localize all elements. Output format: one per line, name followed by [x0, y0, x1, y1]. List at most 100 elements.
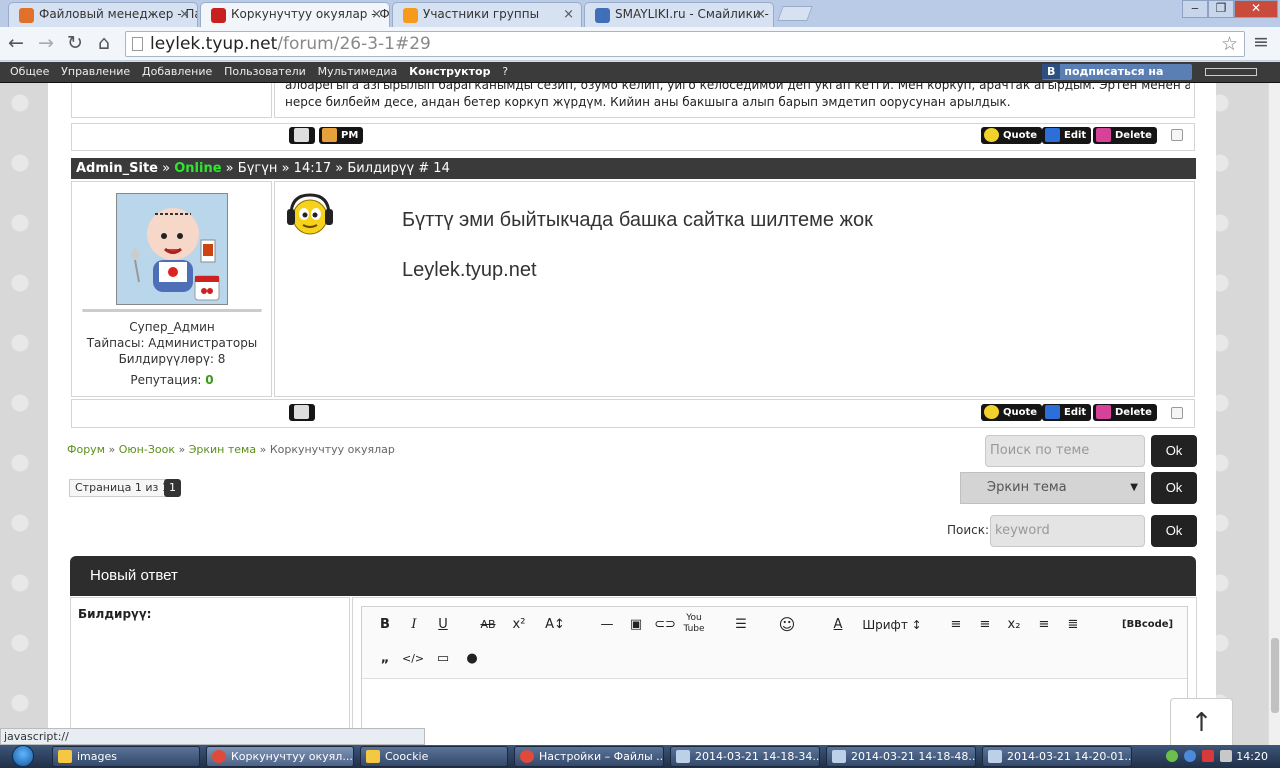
- minimize-button[interactable]: ‒: [1182, 0, 1208, 18]
- antivirus-icon[interactable]: [1202, 750, 1214, 762]
- ucoz-menu-users[interactable]: Пользователи: [220, 62, 310, 82]
- edit-button[interactable]: Edit: [1042, 404, 1092, 421]
- reputation-value[interactable]: 0: [205, 373, 213, 387]
- edit-button[interactable]: Edit: [1042, 127, 1092, 144]
- superscript-icon[interactable]: x²: [508, 615, 530, 635]
- taskbar-item[interactable]: Настройки – Файлы ...: [514, 746, 664, 767]
- italic-icon[interactable]: I: [403, 615, 425, 635]
- taskbar-item-label: 2014-03-21 14-18-34...: [695, 750, 820, 763]
- post-author[interactable]: Admin_Site: [76, 161, 158, 176]
- browser-tab-active[interactable]: Коркунучтуу окуялар - Фор ×: [200, 2, 390, 27]
- close-tab-icon[interactable]: ×: [563, 3, 574, 26]
- ucoz-menu-general[interactable]: Общее: [6, 62, 53, 82]
- browser-tab[interactable]: Участники группы ×: [392, 2, 582, 27]
- ucoz-menu-multimedia[interactable]: Мультимедиа: [314, 62, 402, 82]
- taskbar-item[interactable]: images: [52, 746, 200, 767]
- user-name[interactable]: Супер_Админ: [73, 319, 271, 335]
- breadcrumb-forum[interactable]: Форум: [67, 443, 105, 456]
- bookmark-star-icon[interactable]: ☆: [1221, 32, 1238, 56]
- quote-button[interactable]: Quote: [981, 404, 1043, 421]
- delete-button[interactable]: Delete: [1093, 404, 1157, 421]
- horizontal-rule-icon[interactable]: —: [596, 615, 618, 635]
- page-scrollbar[interactable]: [1268, 83, 1280, 745]
- quote-icon[interactable]: „: [374, 649, 396, 669]
- quote-button[interactable]: Quote: [981, 127, 1043, 144]
- align-right-icon[interactable]: ≡: [1033, 615, 1055, 635]
- taskbar-item[interactable]: 2014-03-21 14-20-01...: [982, 746, 1132, 767]
- underline-icon[interactable]: U: [432, 615, 454, 635]
- back-icon[interactable]: ←: [4, 32, 28, 56]
- select-post-checkbox[interactable]: [1171, 129, 1183, 141]
- start-button[interactable]: [3, 745, 43, 768]
- table-icon[interactable]: ▭: [432, 649, 454, 669]
- scrollbar-thumb[interactable]: [1271, 638, 1279, 713]
- taskbar-item[interactable]: 2014-03-21 14-18-34...: [670, 746, 820, 767]
- bbcode-editor[interactable]: B I U AB x² A↕ — ▣ ⊂⊃ You Tube ☰ ☺ A Шриф…: [361, 606, 1188, 745]
- topic-search-input[interactable]: Поиск по теме: [985, 435, 1145, 467]
- pagination-current-page[interactable]: 1: [164, 479, 181, 497]
- online-status: Online: [174, 161, 222, 176]
- code-icon[interactable]: </>: [402, 649, 424, 669]
- taskbar-item[interactable]: Coockie: [360, 746, 508, 767]
- strikethrough-icon[interactable]: AB: [477, 615, 499, 635]
- user-icon[interactable]: ●: [461, 649, 483, 669]
- post-number[interactable]: Билдирүү # 14: [347, 161, 449, 176]
- reload-icon[interactable]: ↻: [63, 32, 87, 56]
- link-icon[interactable]: ⊂⊃: [654, 615, 676, 635]
- tab-title: Участники группы: [423, 7, 540, 21]
- chrome-menu-icon[interactable]: ≡: [1253, 31, 1269, 53]
- home-icon[interactable]: ⌂: [92, 32, 116, 56]
- forum-jump-select[interactable]: Эркин тема ▼: [960, 472, 1145, 504]
- post-message-line: Бүттү эми быйтыкчада башка сайтка шилтем…: [402, 209, 873, 231]
- align-left-icon[interactable]: ≡: [945, 615, 967, 635]
- font-size-icon[interactable]: A↕: [538, 615, 572, 635]
- youtube-icon[interactable]: You Tube: [683, 613, 705, 635]
- search-ok-button[interactable]: Ok: [1151, 515, 1197, 547]
- topic-search-ok-button[interactable]: Ok: [1151, 435, 1197, 467]
- update-icon[interactable]: [1184, 750, 1196, 762]
- clock[interactable]: 14:20: [1236, 745, 1268, 768]
- search-input[interactable]: keyword: [990, 515, 1145, 547]
- pm-button[interactable]: PM: [319, 127, 364, 144]
- ucoz-menu-add[interactable]: Добавление: [138, 62, 216, 82]
- delete-button[interactable]: Delete: [1093, 127, 1157, 144]
- profile-button[interactable]: [289, 404, 315, 421]
- close-window-button[interactable]: ✕: [1234, 0, 1278, 18]
- ucoz-subscribe-button[interactable]: Bподписаться на uCoz: [1042, 64, 1192, 93]
- browser-tab[interactable]: Файловый менеджер - Пане ×: [8, 2, 198, 27]
- bold-icon[interactable]: B: [374, 615, 396, 635]
- maximize-button[interactable]: ❐: [1208, 0, 1234, 18]
- scroll-to-top-button[interactable]: ↑: [1170, 698, 1233, 745]
- forum-jump-ok-button[interactable]: Ok: [1151, 472, 1197, 504]
- image-icon[interactable]: ▣: [625, 615, 647, 635]
- address-bar[interactable]: leylek.tyup.net/forum/26-3-1#29 ☆: [125, 31, 1245, 57]
- taskbar-item-active[interactable]: Коркунучтуу окуял...: [206, 746, 354, 767]
- ucoz-menu-manage[interactable]: Управление: [57, 62, 134, 82]
- network-icon[interactable]: [1166, 750, 1178, 762]
- profile-button[interactable]: [289, 127, 315, 144]
- close-tab-icon[interactable]: ×: [179, 3, 190, 26]
- screenshot-icon: [988, 750, 1002, 763]
- font-color-icon[interactable]: A: [827, 615, 849, 635]
- font-family-select[interactable]: Шрифт ↕: [862, 615, 922, 635]
- breadcrumb-category[interactable]: Оюн-Зоок: [119, 443, 175, 456]
- taskbar-item[interactable]: 2014-03-21 14-18-48...: [826, 746, 976, 767]
- toolbar-slider[interactable]: [1205, 68, 1257, 76]
- volume-icon[interactable]: [1220, 750, 1232, 762]
- taskbar-item-label: Настройки – Файлы ...: [539, 750, 664, 763]
- ucoz-menu-help[interactable]: ?: [498, 62, 512, 82]
- forward-icon[interactable]: →: [34, 32, 58, 56]
- close-tab-icon[interactable]: ×: [755, 3, 766, 26]
- close-tab-icon[interactable]: ×: [371, 3, 382, 26]
- bbcode-toggle[interactable]: [BBcode]: [1122, 615, 1173, 635]
- align-center-icon[interactable]: ≡: [974, 615, 996, 635]
- new-tab-button[interactable]: [777, 6, 813, 21]
- list-icon[interactable]: ☰: [730, 615, 752, 635]
- subscript-icon[interactable]: x₂: [1003, 615, 1025, 635]
- select-post-checkbox[interactable]: [1171, 407, 1183, 419]
- ucoz-menu-constructor[interactable]: Конструктор: [405, 62, 494, 82]
- breadcrumb-section[interactable]: Эркин тема: [189, 443, 256, 456]
- justify-icon[interactable]: ≣: [1062, 615, 1084, 635]
- browser-tab[interactable]: SMAYLIKI.ru - Смайлики - М ×: [584, 2, 774, 27]
- smiley-icon[interactable]: ☺: [776, 615, 798, 635]
